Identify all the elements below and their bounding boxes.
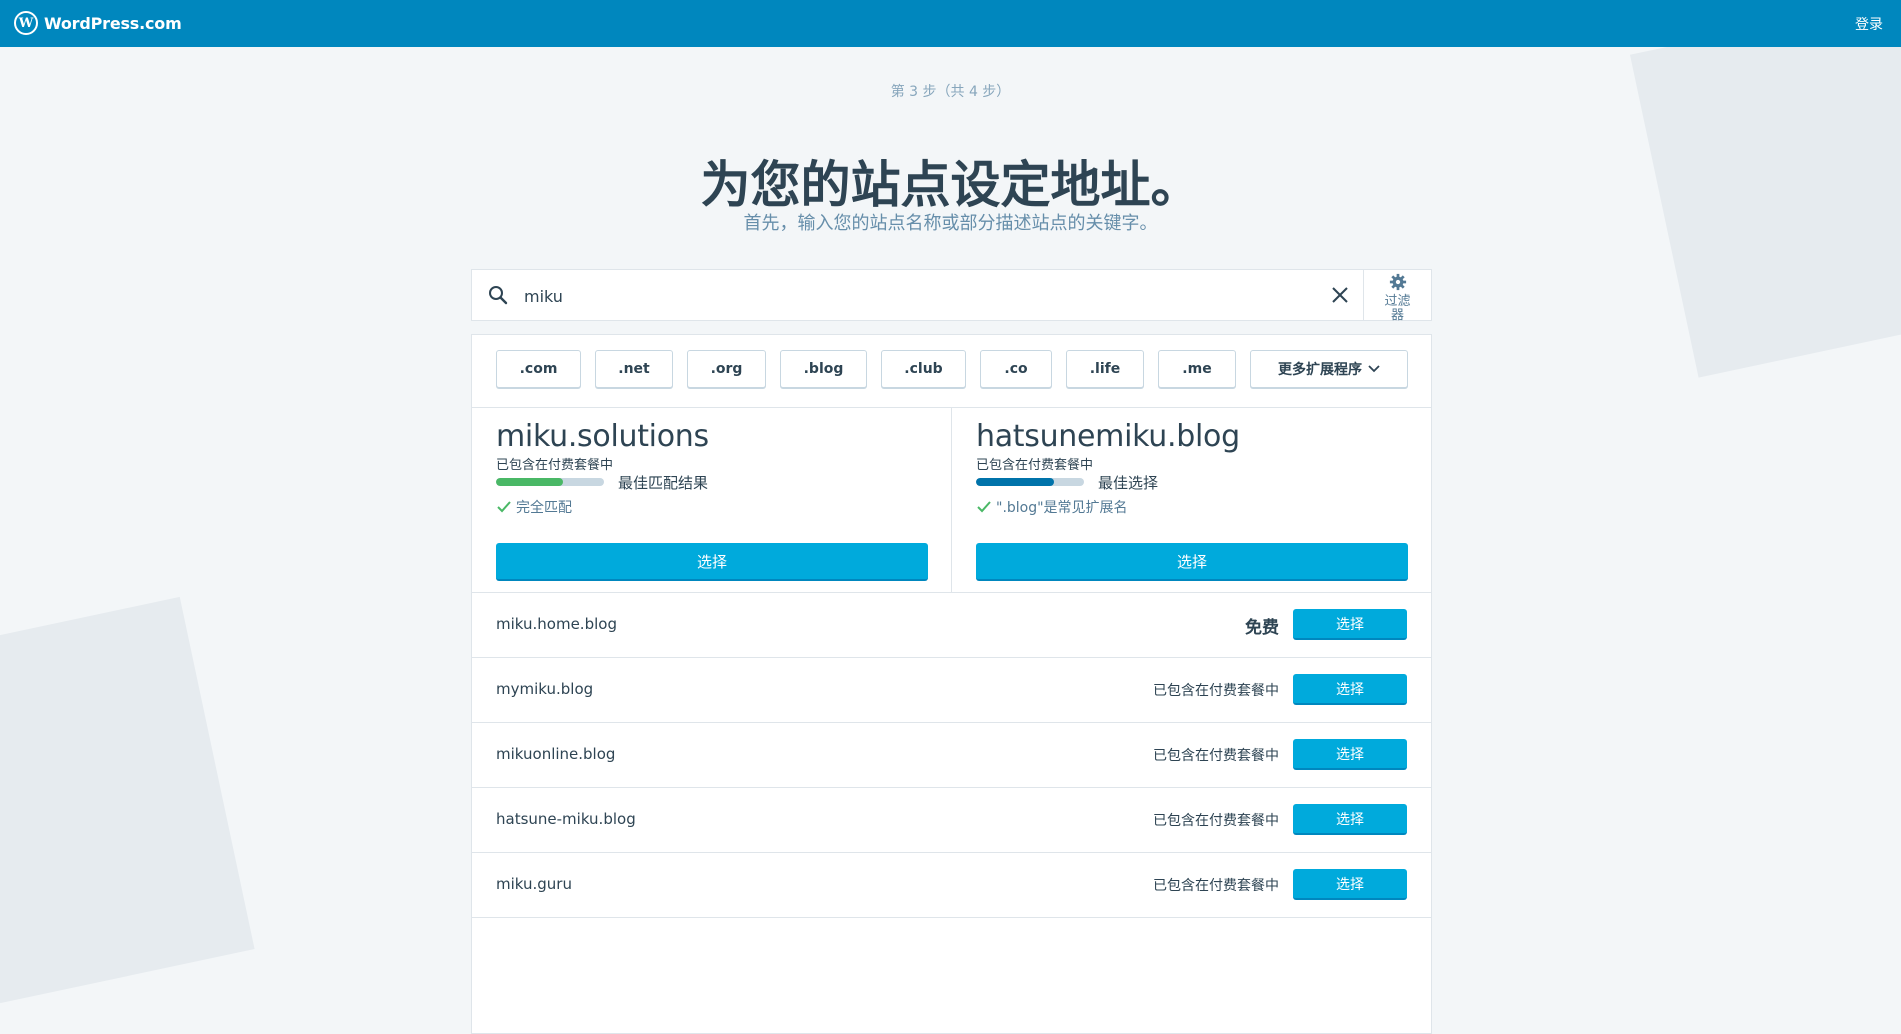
checkmark-icon <box>977 501 991 513</box>
domain-search-input[interactable] <box>522 282 1286 310</box>
match-rank-fill <box>496 478 563 486</box>
gear-icon <box>1389 273 1406 291</box>
step-indicator: 第 3 步（共 4 步） <box>890 84 1011 100</box>
tld-org-button[interactable]: .org <box>687 350 766 388</box>
tld-life-button[interactable]: .life <box>1066 350 1144 388</box>
chevron-down-icon <box>1368 365 1380 373</box>
match-rank-label: 最佳匹配结果 <box>618 473 709 492</box>
select-suggestion-button[interactable]: 选择 <box>1293 609 1407 640</box>
suggestion-domain: miku.guru <box>496 875 572 893</box>
login-link[interactable]: 登录 <box>1855 14 1883 34</box>
suggestion-price: 已包含在付费套餐中 <box>1153 683 1279 699</box>
search-icon <box>489 286 508 305</box>
filter-button[interactable]: 过滤器 <box>1363 270 1431 323</box>
tld-blog-button[interactable]: .blog <box>780 350 867 388</box>
tld-com-button[interactable]: .com <box>496 350 581 388</box>
featured-domain-name: hatsunemiku.blog <box>976 419 1240 454</box>
select-suggestion-button[interactable]: 选择 <box>1293 869 1407 900</box>
more-extensions-label: 更多扩展程序 <box>1278 362 1362 378</box>
featured-note-text: 完全匹配 <box>516 500 572 516</box>
suggestion-price: 已包含在付费套餐中 <box>1153 748 1279 764</box>
featured-included-text: 已包含在付费套餐中 <box>976 458 1094 473</box>
tld-co-button[interactable]: .co <box>980 350 1052 388</box>
divider <box>951 407 952 592</box>
domain-suggestion-row: miku.home.blog 免费 选择 <box>472 593 1431 657</box>
tld-club-button[interactable]: .club <box>881 350 966 388</box>
match-rank-label: 最佳选择 <box>1098 473 1159 492</box>
page-title: 为您的站点设定地址。 <box>700 156 1201 214</box>
suggestion-price: 免费 <box>1245 618 1279 638</box>
tld-net-button[interactable]: .net <box>595 350 673 388</box>
select-featured-1-button[interactable]: 选择 <box>496 543 928 581</box>
featured-note-text: ".blog"是常见扩展名 <box>996 500 1128 516</box>
featured-included-text: 已包含在付费套餐中 <box>496 458 614 473</box>
suggestion-domain: hatsune-miku.blog <box>496 810 636 828</box>
select-featured-2-button[interactable]: 选择 <box>976 543 1408 581</box>
select-suggestion-button[interactable]: 选择 <box>1293 804 1407 835</box>
domain-suggestion-row: mymiku.blog 已包含在付费套餐中 选择 <box>472 658 1431 722</box>
featured-suggestion-1: miku.solutions 已包含在付费套餐中 最佳匹配结果 完全匹配 <box>496 419 928 517</box>
suggestion-domain: mikuonline.blog <box>496 745 616 763</box>
match-rank-fill <box>976 478 1054 486</box>
domain-suggestion-row: hatsune-miku.blog 已包含在付费套餐中 选择 <box>472 788 1431 852</box>
match-rank: 最佳匹配结果 <box>496 473 928 492</box>
brand-name: WordPress.com <box>44 13 182 33</box>
select-suggestion-button[interactable]: 选择 <box>1293 674 1407 705</box>
suggestion-domain: miku.home.blog <box>496 615 617 633</box>
tld-me-button[interactable]: .me <box>1158 350 1236 388</box>
domain-suggestion-row: mikuonline.blog 已包含在付费套餐中 选择 <box>472 723 1431 787</box>
domain-suggestion-row: miku.guru 已包含在付费套餐中 选择 <box>472 853 1431 917</box>
domain-search-box: 过滤器 <box>471 269 1432 323</box>
brand-link[interactable]: W WordPress.com <box>14 11 182 35</box>
divider <box>472 917 1431 918</box>
background-shape-left <box>0 596 255 1004</box>
results-panel: .com .net .org .blog .club .co .life 更多扩… <box>471 334 1432 1034</box>
suggestion-price: 已包含在付费套餐中 <box>1153 813 1279 829</box>
featured-note: ".blog"是常见扩展名 <box>976 497 1408 517</box>
page-subtitle: 首先，输入您的站点名称或部分描述站点的关键字。 <box>743 213 1158 234</box>
suggestion-domain: mymiku.blog <box>496 680 594 698</box>
top-bar: W WordPress.com 登录 <box>0 0 1901 47</box>
clear-search-icon[interactable] <box>1328 283 1352 307</box>
featured-suggestion-2: hatsunemiku.blog 已包含在付费套餐中 最佳选择 ".blog"是… <box>976 419 1408 517</box>
select-suggestion-button[interactable]: 选择 <box>1293 739 1407 770</box>
featured-domain-name: miku.solutions <box>496 419 709 454</box>
checkmark-icon <box>497 501 511 513</box>
filter-label: 过滤器 <box>1384 294 1411 323</box>
match-rank: 最佳选择 <box>976 473 1408 492</box>
more-extensions-button[interactable]: 更多扩展程序 <box>1250 350 1408 388</box>
match-rank-bar <box>496 478 604 486</box>
suggestion-price: 已包含在付费套餐中 <box>1153 878 1279 894</box>
featured-note: 完全匹配 <box>496 497 928 517</box>
wordpress-logo-icon: W <box>14 11 38 35</box>
match-rank-bar <box>976 478 1084 486</box>
